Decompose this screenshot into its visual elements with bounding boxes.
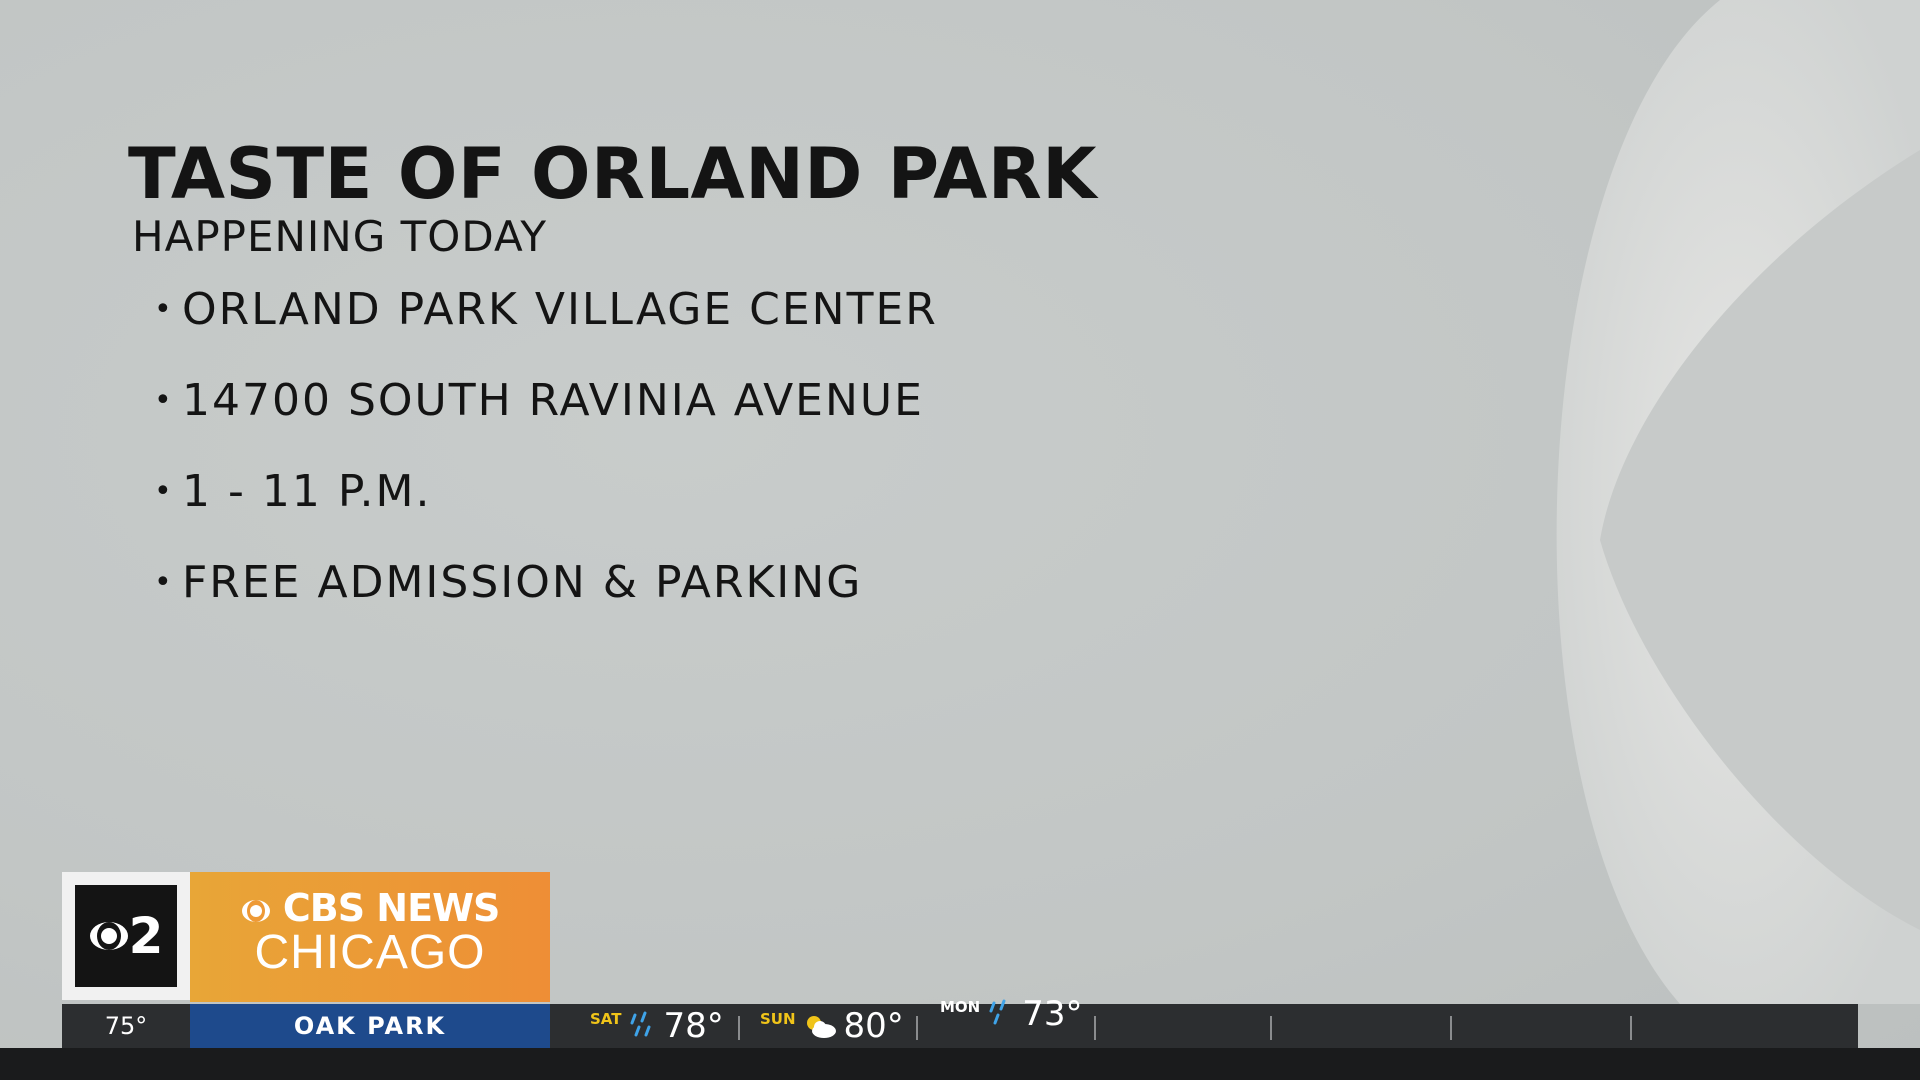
divider [738, 1016, 740, 1040]
bullet-item: • FREE ADMISSION & PARKING [154, 557, 1097, 648]
weather-ticker: 75° OAK PARK SAT 78° SUN 80° MON 73° [62, 994, 1858, 1048]
rain-icon [630, 1011, 651, 1037]
divider [1270, 1016, 1272, 1040]
rain-icon [989, 999, 1006, 1025]
bottom-strip [0, 1048, 1920, 1080]
bullet-dot-icon: • [154, 292, 174, 327]
bullet-text: 1 - 11 P.M. [182, 466, 432, 517]
bullet-item: • 14700 SOUTH RAVINIA AVENUE [154, 375, 1097, 466]
cbs-eye-icon [241, 900, 270, 922]
brand-network-row: CBS NEWS [190, 888, 550, 928]
cbs2-logo: 2 [62, 872, 190, 1000]
current-temperature: 75° [104, 1012, 148, 1040]
cbs2-logo-mark: 2 [75, 885, 177, 987]
forecast-temp: 73° [1022, 994, 1083, 1034]
graphic-title: TASTE OF ORLAND PARK [128, 133, 1097, 215]
bullet-item: • ORLAND PARK VILLAGE CENTER [154, 284, 1097, 375]
graphic-subtitle: HAPPENING TODAY [132, 212, 548, 261]
forecast-day: SAT [590, 1010, 622, 1028]
forecast-temp: 80° [843, 1006, 904, 1046]
brand-city: CHICAGO [254, 926, 486, 979]
divider [1450, 1016, 1452, 1040]
ticker-location: OAK PARK [190, 1004, 550, 1048]
bullet-text: 14700 SOUTH RAVINIA AVENUE [182, 375, 924, 426]
forecast-day: SUN [760, 1010, 796, 1028]
bullet-dot-icon: • [154, 474, 174, 509]
divider [1094, 1016, 1096, 1040]
cbs-eye-icon [89, 922, 128, 950]
bullet-text: FREE ADMISSION & PARKING [182, 557, 863, 608]
partly-sunny-icon [806, 1016, 836, 1038]
bullet-text: ORLAND PARK VILLAGE CENTER [182, 284, 938, 335]
forecast-temp: 78° [663, 1006, 724, 1046]
info-graphic: TASTE OF ORLAND PARK HAPPENING TODAY • OR… [128, 134, 1097, 648]
forecast-sat: SAT 78° [590, 1004, 724, 1048]
divider [916, 1016, 918, 1040]
forecast-mon: MON 73° [940, 992, 1083, 1036]
bullet-dot-icon: • [154, 383, 174, 418]
bullet-item: • 1 - 11 P.M. [154, 466, 1097, 557]
brand-network: CBS NEWS [282, 886, 500, 930]
divider [1630, 1016, 1632, 1040]
bullet-dot-icon: • [154, 565, 174, 600]
station-number: 2 [128, 907, 164, 965]
bullet-list: • ORLAND PARK VILLAGE CENTER • 14700 SOUTH… [154, 284, 1097, 648]
forecast-sun: SUN 80° [760, 1004, 904, 1048]
forecast-day: MON [940, 998, 981, 1016]
cbs-news-chicago-brand: CBS NEWS CHICAGO [190, 872, 550, 1002]
